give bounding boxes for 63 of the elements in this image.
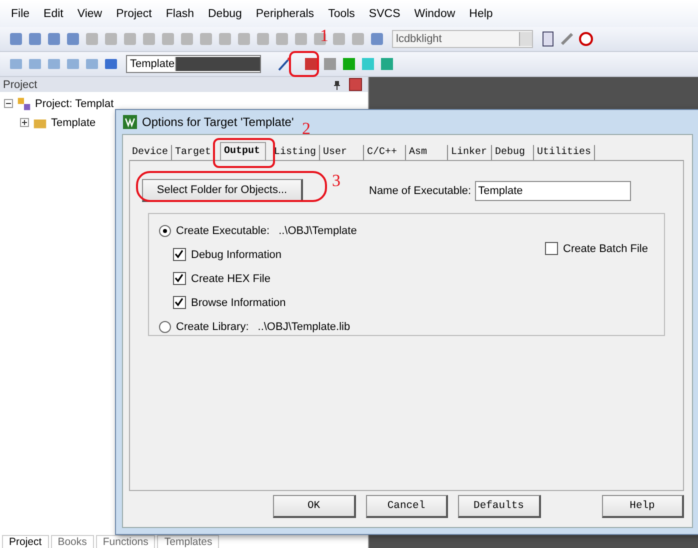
step-number: 3 (332, 173, 340, 189)
menu-item[interactable]: Edit (36, 8, 70, 20)
tab[interactable]: Target (172, 145, 216, 160)
document-icon[interactable] (540, 31, 556, 47)
checkbox[interactable] (173, 272, 186, 285)
dialog-button[interactable]: Help (602, 494, 684, 518)
tab[interactable]: Device (129, 145, 172, 160)
menu-item[interactable]: File (4, 8, 37, 20)
step-number: 2 (302, 121, 310, 137)
option-label: Create Library: (176, 320, 249, 332)
menu-item[interactable]: Help (462, 8, 500, 20)
tab[interactable]: Output (220, 142, 266, 160)
field-label: Name of Executable: (369, 184, 472, 196)
menu-item[interactable]: Tools (321, 8, 362, 20)
expand-toggle[interactable] (20, 118, 29, 127)
app-icon (123, 115, 137, 129)
menu-item[interactable]: View (70, 8, 110, 20)
option-label: Create Executable: (176, 224, 270, 236)
path-text: ..\OBJ\Template.lib (258, 320, 350, 332)
menu-item[interactable]: Window (407, 8, 462, 20)
radio-button[interactable] (159, 224, 171, 236)
menu-item[interactable]: SVCS (362, 8, 408, 20)
dialog-button[interactable]: Defaults (458, 494, 540, 518)
checkbox[interactable] (173, 248, 186, 261)
executable-name-field[interactable]: Template (475, 180, 632, 200)
tree-item[interactable]: Template (51, 116, 96, 128)
highlight-ring (213, 138, 275, 168)
select-folder-button[interactable]: Select Folder for Objects... (142, 179, 303, 202)
menu-item[interactable]: Peripherals (248, 8, 322, 20)
project-icon (16, 96, 32, 110)
path-text: ..\OBJ\Template (278, 224, 357, 236)
config-dropdown[interactable]: lcdbklight (392, 30, 533, 48)
tab[interactable]: Listing (271, 145, 320, 160)
target-dropdown[interactable]: Template (126, 55, 261, 73)
menu-item[interactable]: Debug (201, 8, 249, 20)
tab[interactable]: User (320, 145, 364, 160)
dialog-button[interactable]: OK (273, 494, 356, 518)
panel-tab[interactable]: Books (50, 535, 94, 548)
checkbox[interactable] (173, 296, 186, 309)
pin-icon[interactable] (333, 80, 341, 90)
menu-item[interactable]: Flash (158, 8, 201, 20)
tab[interactable]: Asm (406, 145, 448, 160)
tab[interactable]: Linker (448, 145, 492, 160)
radio-button[interactable] (159, 320, 171, 332)
tree-item[interactable]: Project: Templat (35, 98, 114, 110)
dialog-button[interactable]: Cancel (366, 494, 448, 518)
panel-tab[interactable]: Project (2, 535, 49, 548)
tab[interactable]: Debug (492, 145, 534, 160)
highlight-ring (289, 51, 319, 77)
step-number: 1 (320, 28, 328, 44)
tab[interactable]: C/C++ (364, 145, 406, 160)
checkbox[interactable] (545, 242, 558, 255)
panel-title: Project (3, 78, 38, 90)
option-label: Create HEX File (191, 272, 270, 284)
tab[interactable]: Utilities (534, 145, 596, 160)
menu-item[interactable]: Project (109, 8, 159, 20)
option-label: Create Batch File (563, 242, 648, 254)
dialog-title: Options for Target 'Template' (142, 115, 294, 129)
collapse-toggle[interactable] (4, 99, 13, 108)
option-label: Debug Information (191, 248, 282, 260)
magic-wand-icon[interactable] (276, 56, 292, 72)
close-icon[interactable] (349, 78, 362, 91)
option-label: Browse Information (191, 296, 286, 308)
